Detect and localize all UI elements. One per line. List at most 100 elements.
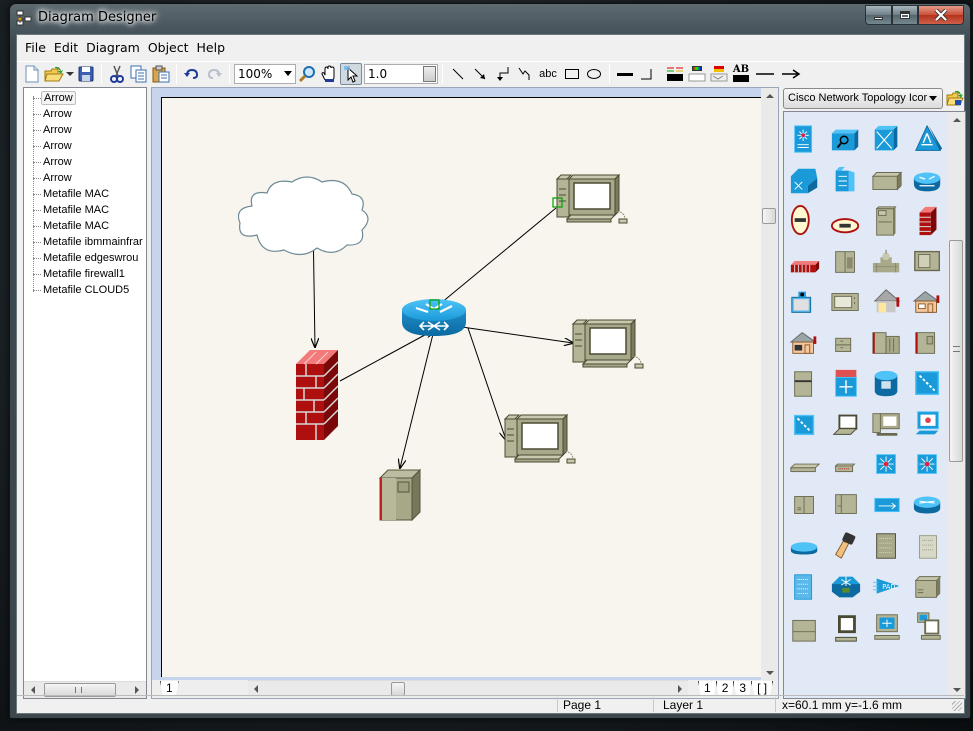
menu-object[interactable]: Object	[144, 40, 193, 55]
content-engine-icon[interactable]	[830, 124, 862, 156]
server-rack-light-icon[interactable]	[912, 530, 944, 562]
line-tool-button[interactable]	[447, 63, 469, 85]
line-width-spinner[interactable]	[423, 65, 436, 82]
tree-item[interactable]: Arrow	[41, 138, 74, 154]
new-button[interactable]	[21, 63, 43, 85]
scroll-right-icon[interactable]	[678, 685, 682, 693]
tree-item[interactable]: Metafile ibmmainfrar	[41, 234, 145, 250]
layer3-switch-icon[interactable]	[789, 124, 821, 156]
web-browser-icon[interactable]	[912, 408, 944, 440]
page-tab[interactable]: 1	[698, 681, 717, 695]
tree-item[interactable]: Arrow	[41, 90, 76, 106]
page-tab[interactable]: [ ]	[751, 681, 774, 695]
pan-tool-button[interactable]	[318, 63, 340, 85]
undo-button[interactable]	[181, 63, 203, 85]
select-tool-button[interactable]	[340, 62, 362, 85]
line-thickness-button[interactable]	[614, 63, 636, 85]
microwave-box-icon[interactable]	[830, 286, 862, 318]
firewall-router-icon[interactable]	[830, 368, 862, 400]
nat-router-icon[interactable]	[830, 571, 862, 603]
small-home-icon[interactable]	[871, 286, 903, 318]
redo-button[interactable]	[203, 63, 225, 85]
diagram-canvas[interactable]	[162, 98, 770, 678]
menu-diagram[interactable]: Diagram	[82, 40, 144, 55]
optical-transport-small-icon[interactable]	[789, 408, 821, 440]
elbow-connector-tool-button[interactable]	[491, 63, 513, 85]
token-ring-icon[interactable]	[789, 205, 821, 237]
cloud-shape[interactable]	[237, 176, 369, 256]
layer3-switch-3-icon[interactable]	[912, 449, 944, 481]
page-tab[interactable]: 1	[160, 681, 179, 695]
tree-item[interactable]: Metafile firewall1	[41, 266, 127, 282]
tree-item[interactable]: Metafile MAC	[41, 186, 111, 202]
page-tab[interactable]: 2	[715, 681, 735, 695]
router-icon[interactable]	[912, 165, 944, 197]
ibm-mini-icon[interactable]	[912, 327, 944, 359]
multilayer-switch-icon[interactable]	[789, 165, 821, 197]
menu-edit[interactable]: Edit	[50, 40, 82, 55]
workstation-pc-icon[interactable]	[871, 408, 903, 440]
small-hub-icon[interactable]	[830, 449, 862, 481]
scroll-left-icon[interactable]	[31, 686, 35, 694]
palette-vertical-scrollbar[interactable]	[948, 112, 965, 698]
layer3-switch-2-icon[interactable]	[871, 449, 903, 481]
router-small-icon[interactable]	[789, 530, 821, 562]
open-dropdown-button[interactable]	[65, 63, 75, 85]
tree-item[interactable]: Arrow	[41, 154, 74, 170]
workstation-top[interactable]	[555, 173, 628, 224]
atm-switch-icon[interactable]	[871, 124, 903, 156]
cisco-box-2-icon[interactable]	[789, 611, 821, 643]
cisco-wall-icon[interactable]	[912, 246, 944, 278]
minimize-button[interactable]	[865, 5, 892, 25]
canvas-vscroll-thumb[interactable]	[762, 208, 776, 224]
workstation-network-icon[interactable]	[871, 611, 903, 643]
server-rack-icon[interactable]	[871, 530, 903, 562]
connector-router-mainframe[interactable]	[400, 334, 433, 468]
lan-switch-icon[interactable]	[871, 489, 903, 521]
fddi-ring-icon[interactable]	[830, 205, 862, 237]
scroll-down-icon[interactable]	[953, 688, 961, 692]
firewall-icon[interactable]	[912, 205, 944, 237]
terminal-icon[interactable]	[830, 611, 862, 643]
cisco-box-icon[interactable]	[871, 165, 903, 197]
connector-firewall-router[interactable]	[339, 330, 434, 382]
tree-item[interactable]: Arrow	[41, 170, 74, 186]
menu-file[interactable]: File	[21, 40, 50, 55]
workstation-middle[interactable]	[571, 318, 644, 369]
paste-button[interactable]	[150, 63, 172, 85]
menu-help[interactable]: Help	[193, 40, 230, 55]
access-server-icon[interactable]	[830, 165, 862, 197]
diagram-page[interactable]	[161, 97, 769, 677]
tree-item[interactable]: Metafile MAC	[41, 218, 111, 234]
canvas-hscroll-thumb[interactable]	[391, 682, 405, 696]
home-icon[interactable]	[912, 286, 944, 318]
arrow-style-button[interactable]	[778, 63, 804, 85]
fill-color-button[interactable]	[686, 63, 708, 85]
text-tool-button[interactable]: abc	[535, 63, 561, 85]
cut-button[interactable]	[106, 63, 128, 85]
laptop-icon[interactable]	[830, 408, 862, 440]
server-tower-icon[interactable]	[789, 368, 821, 400]
canvas-vertical-scrollbar[interactable]	[761, 88, 778, 681]
connector-router-workstation-top[interactable]	[434, 207, 557, 309]
tree-item[interactable]: Arrow	[41, 122, 74, 138]
ip-phone-terminal-icon[interactable]	[912, 611, 944, 643]
access-point-icon[interactable]	[912, 124, 944, 156]
wireless-router-icon[interactable]	[912, 489, 944, 521]
rectangle-tool-button[interactable]	[561, 63, 583, 85]
cisco-device-icon[interactable]	[912, 571, 944, 603]
scroll-up-icon[interactable]	[953, 118, 961, 122]
scroll-left-icon[interactable]	[254, 685, 258, 693]
pda-icon[interactable]	[830, 530, 862, 562]
line-color-button[interactable]	[664, 63, 686, 85]
router-shape[interactable]	[402, 299, 466, 336]
save-button[interactable]	[75, 63, 97, 85]
storage-array-icon[interactable]	[789, 571, 821, 603]
line-end-button[interactable]	[636, 63, 658, 85]
connector-router-workstation-bottom[interactable]	[467, 327, 506, 440]
maximize-button[interactable]	[892, 5, 918, 25]
mainframe-icon[interactable]	[871, 327, 903, 359]
scroll-down-icon[interactable]	[766, 671, 774, 675]
line-width-input[interactable]: 1.0	[364, 63, 438, 84]
gradient-fill-button[interactable]	[708, 63, 730, 85]
